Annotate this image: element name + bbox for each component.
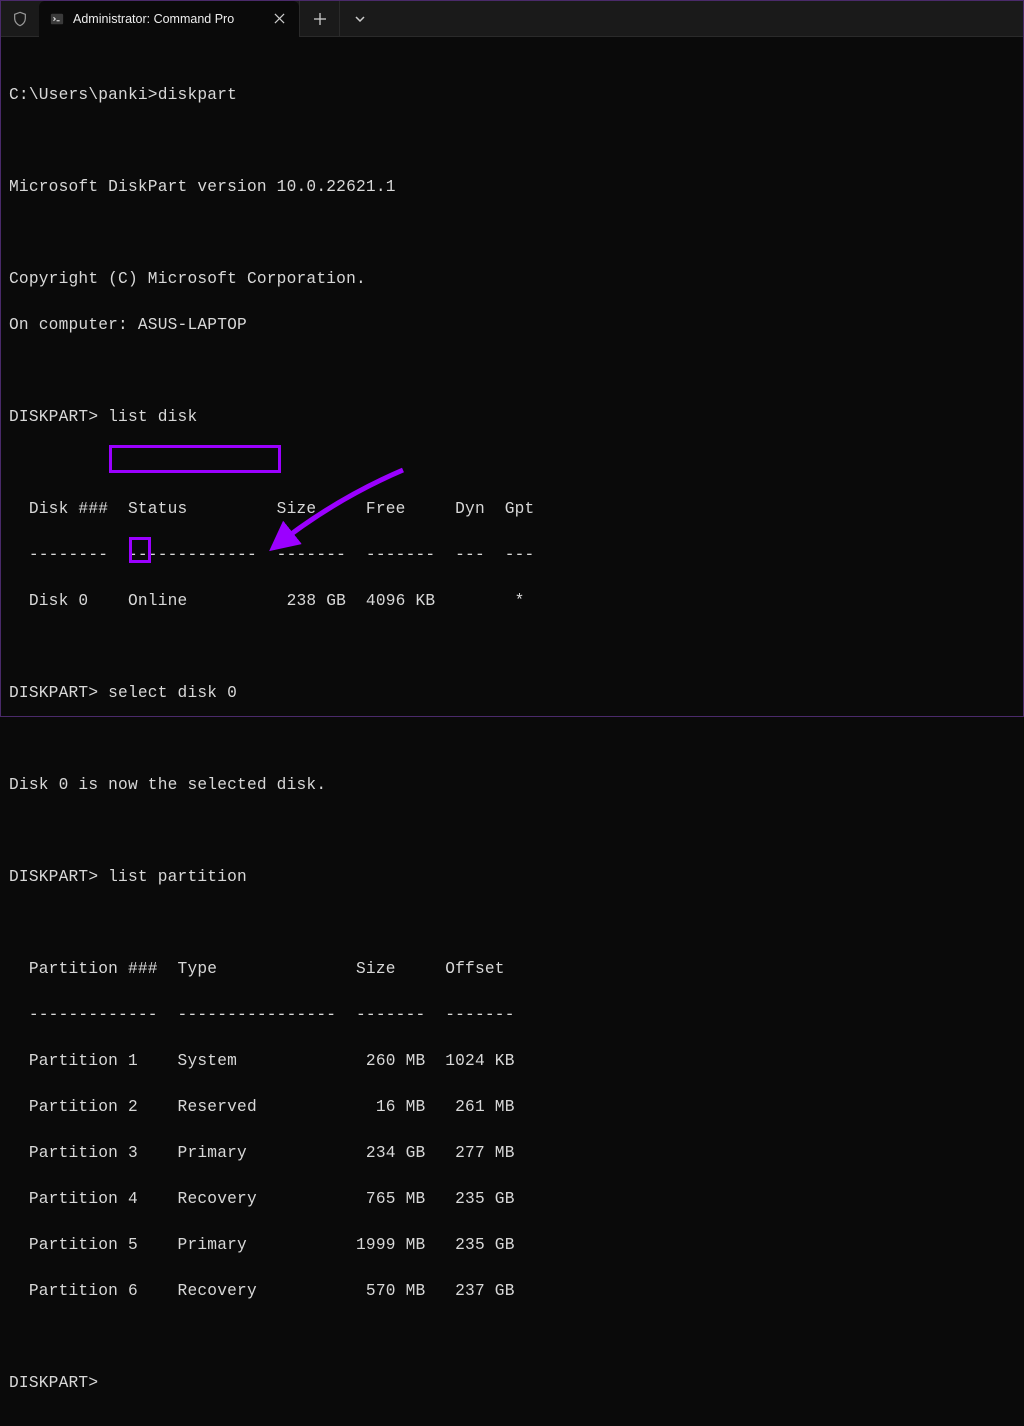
new-tab-button[interactable] bbox=[299, 1, 339, 36]
line: Disk 0 is now the selected disk. bbox=[9, 776, 326, 794]
tab-dropdown-button[interactable] bbox=[339, 1, 379, 36]
line: C:\Users\panki>diskpart bbox=[9, 86, 237, 104]
line: Partition 5 Primary 1999 MB 235 GB bbox=[9, 1236, 515, 1254]
line: DISKPART> bbox=[9, 1374, 98, 1392]
annotation-highlight-number bbox=[129, 537, 151, 563]
line: -------- ------------- ------- ------- -… bbox=[9, 546, 534, 564]
line: DISKPART> select disk 0 bbox=[9, 684, 237, 702]
line: Microsoft DiskPart version 10.0.22621.1 bbox=[9, 178, 396, 196]
line: Partition 4 Recovery 765 MB 235 GB bbox=[9, 1190, 515, 1208]
line: Partition 1 System 260 MB 1024 KB bbox=[9, 1052, 515, 1070]
line: Disk ### Status Size Free Dyn Gpt bbox=[9, 500, 534, 518]
line: Partition 3 Primary 234 GB 277 MB bbox=[9, 1144, 515, 1162]
close-tab-button[interactable] bbox=[269, 9, 289, 29]
line: Partition ### Type Size Offset bbox=[9, 960, 505, 978]
line: Disk 0 Online 238 GB 4096 KB * bbox=[9, 592, 525, 610]
terminal-app-icon bbox=[49, 11, 65, 27]
line: On computer: ASUS-LAPTOP bbox=[9, 316, 247, 334]
terminal-output[interactable]: C:\Users\panki>diskpart Microsoft DiskPa… bbox=[1, 37, 1023, 1426]
line: Partition 2 Reserved 16 MB 261 MB bbox=[9, 1098, 515, 1116]
line: Partition 6 Recovery 570 MB 237 GB bbox=[9, 1282, 515, 1300]
line: DISKPART> list disk bbox=[9, 408, 197, 426]
titlebar-actions bbox=[299, 1, 379, 36]
annotation-highlight-command bbox=[109, 445, 281, 473]
line: ------------- ---------------- ------- -… bbox=[9, 1006, 515, 1024]
tab-title: Administrator: Command Pro bbox=[73, 12, 261, 26]
line: Copyright (C) Microsoft Corporation. bbox=[9, 270, 366, 288]
line: DISKPART> list partition bbox=[9, 868, 247, 886]
shield-icon bbox=[1, 11, 39, 27]
titlebar: Administrator: Command Pro bbox=[1, 1, 1023, 37]
active-tab[interactable]: Administrator: Command Pro bbox=[39, 1, 299, 37]
